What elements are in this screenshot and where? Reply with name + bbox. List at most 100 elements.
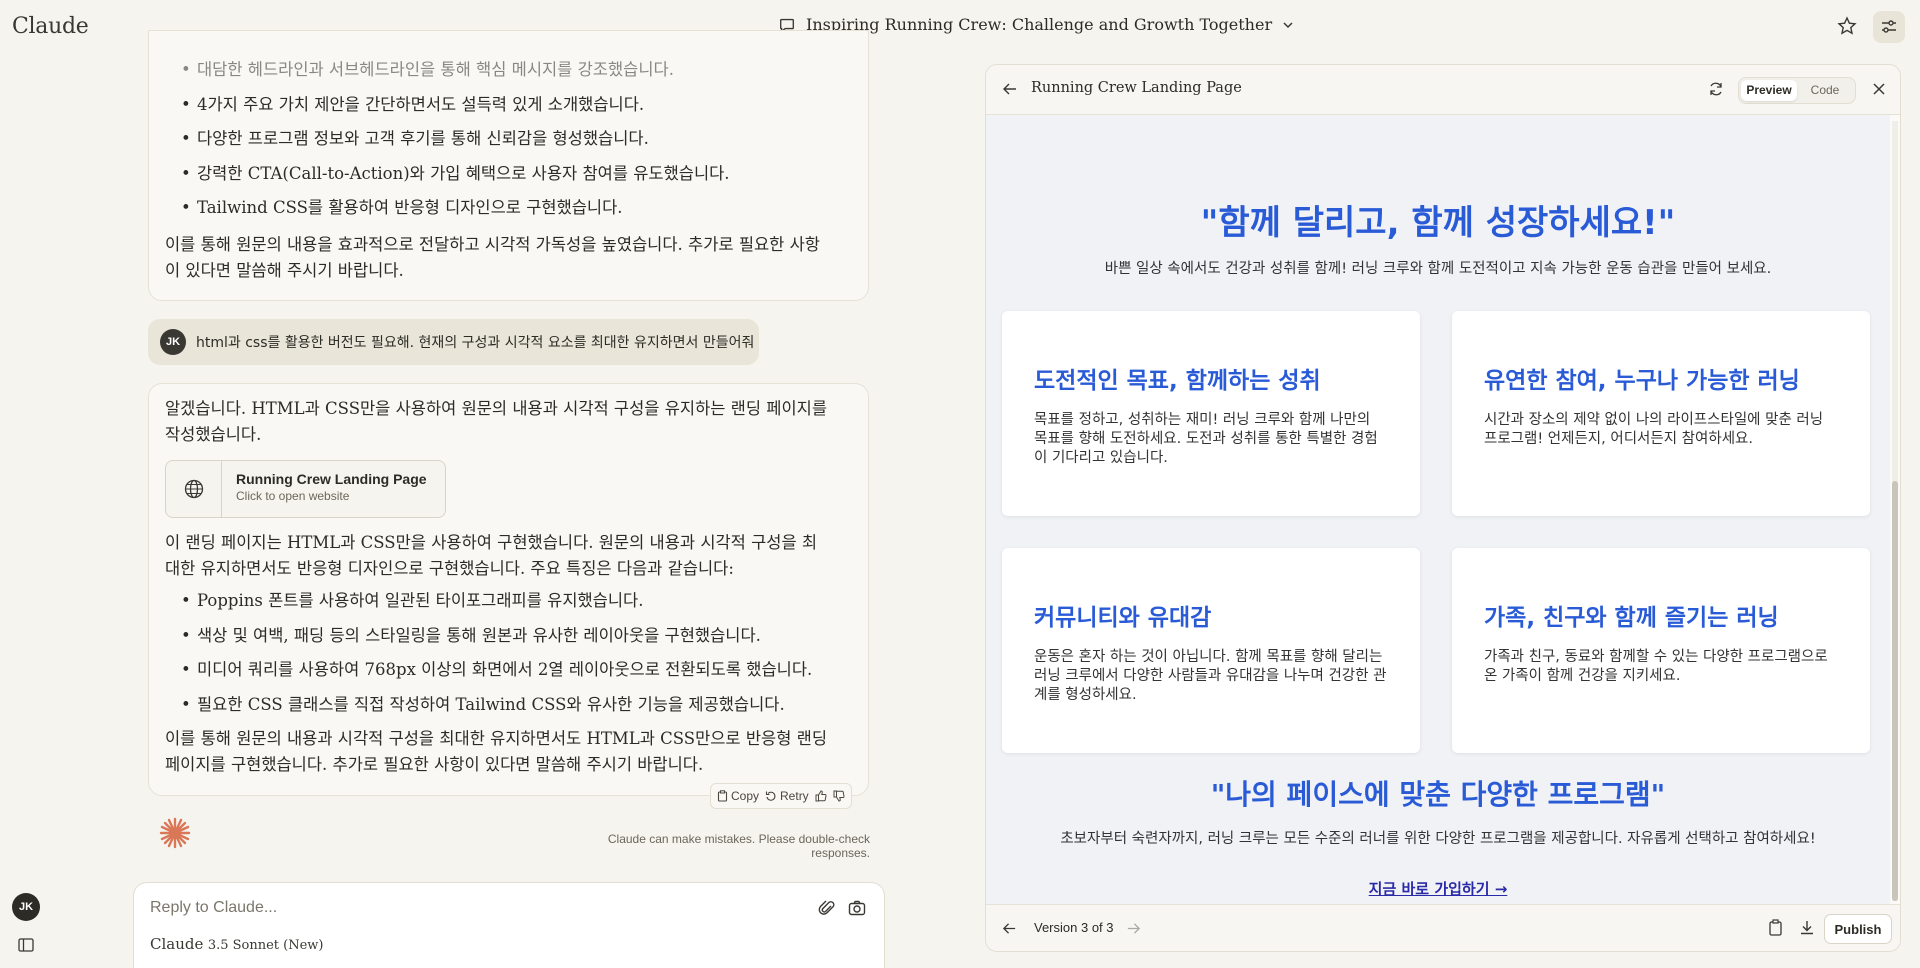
feature-card-text: 가족과 친구, 동료와 함께할 수 있는 다양한 프로그램으로 온 가족이 함께… — [1484, 649, 1828, 684]
feature-card-title: 가족, 친구와 함께 즐기는 러닝 — [1484, 605, 1779, 631]
list-item: 미디어 쿼리를 사용하여 768px 이상의 화면에서 2열 레이아웃으로 전환… — [181, 657, 852, 692]
view-toggle: Preview Code — [1738, 77, 1856, 104]
refresh-button[interactable] — [1708, 81, 1724, 101]
artifact-card[interactable]: Running Crew Landing Page Click to open … — [165, 460, 446, 518]
tab-code[interactable]: Code — [1797, 80, 1853, 101]
attach-button[interactable] — [818, 899, 836, 921]
artifact-panel-header: Running Crew Landing Page Preview Code — [986, 65, 1900, 115]
copy-button[interactable]: Copy — [717, 789, 759, 803]
preview-scrollbar[interactable] — [1892, 121, 1898, 901]
website-preview[interactable]: "함께 달리고, 함께 성장하세요!" 바쁜 일상 속에서도 건강과 성취를 함… — [986, 115, 1890, 904]
globe-icon — [184, 479, 203, 499]
user-message-text: html과 css를 활용한 버전도 필요해. 현재의 구성과 시각적 요소를 … — [196, 335, 755, 351]
download-icon — [1801, 921, 1813, 935]
model-brand: Claude — [150, 935, 204, 953]
artifact-panel: Running Crew Landing Page Preview Code "… — [985, 64, 1901, 952]
sliders-icon — [1882, 20, 1896, 33]
brand-logo[interactable]: Claude — [12, 14, 89, 39]
conversation-title: Inspiring Running Crew: Challenge and Gr… — [806, 15, 1273, 34]
account-avatar[interactable]: JK — [12, 893, 40, 921]
feature-card-text: 운동은 혼자 하는 것이 아닙니다. 함께 목표를 향해 달리는 러닝 크루에서… — [1034, 649, 1387, 703]
back-button[interactable] — [1002, 81, 1018, 101]
previous-version-button[interactable] — [1002, 921, 1017, 940]
artifact-icon-box — [166, 461, 222, 517]
paperclip-icon — [818, 900, 835, 915]
settings-button[interactable] — [1873, 11, 1905, 43]
sidebar-toggle-button[interactable] — [18, 937, 34, 956]
message-paragraph: 이를 통해 원문의 내용을 효과적으로 전달하고 시각적 가독성을 높였습니다.… — [165, 234, 820, 280]
star-button[interactable] — [1835, 14, 1859, 38]
clipboard-icon — [1769, 919, 1782, 936]
arrow-left-icon — [1003, 83, 1016, 95]
artifact-title: Running Crew Landing Page — [236, 471, 427, 487]
reply-input-box[interactable]: Reply to Claude... Claude 3.5 Sonnet (Ne… — [133, 882, 885, 968]
close-button[interactable] — [1872, 81, 1886, 100]
version-label: Version 3 of 3 — [1034, 920, 1114, 935]
list-item: 필요한 CSS 클래스를 직접 작성하여 Tailwind CSS와 유사한 기… — [181, 692, 852, 727]
arrow-left-icon — [1002, 923, 1016, 934]
camera-icon — [848, 900, 866, 916]
user-message: JK html과 css를 활용한 버전도 필요해. 현재의 구성과 시각적 요… — [148, 319, 759, 365]
next-version-button[interactable] — [1126, 921, 1141, 940]
assistant-message: 알겠습니다. HTML과 CSS만을 사용하여 원문의 내용과 시각적 구성을 … — [148, 383, 869, 796]
user-avatar: JK — [160, 329, 186, 355]
claude-spark-icon — [158, 816, 192, 854]
message-paragraph: 알겠습니다. HTML과 CSS만을 사용하여 원문의 내용과 시각적 구성을 … — [165, 399, 828, 444]
copy-artifact-button[interactable] — [1768, 919, 1783, 940]
feature-card-title: 도전적인 목표, 함께하는 성취 — [1034, 368, 1321, 394]
signup-link[interactable]: 지금 바로 가입하기 → — [986, 878, 1890, 899]
artifact-panel-title: Running Crew Landing Page — [1031, 80, 1242, 96]
list-item: 다양한 프로그램 정보와 고객 후기를 통해 신뢰감을 형성했습니다. — [181, 126, 852, 161]
thumbs-up-button[interactable] — [815, 790, 827, 802]
artifact-subtitle: Click to open website — [236, 489, 350, 503]
list-item: 대담한 헤드라인과 서브헤드라인을 통해 핵심 메시지를 강조했습니다. — [181, 57, 852, 92]
feature-card: 커뮤니티와 유대감 운동은 혼자 하는 것이 아닙니다. 함께 목표를 향해 달… — [1002, 548, 1420, 753]
section-subtitle: 초보자부터 숙련자까지, 러닝 크루는 모든 수준의 러너를 위한 다양한 프로… — [1060, 831, 1816, 847]
tab-preview[interactable]: Preview — [1741, 80, 1797, 101]
section-title: "나의 페이스에 맞춘 다양한 프로그램" — [1210, 778, 1666, 811]
refresh-icon — [1710, 82, 1722, 96]
feature-card: 유연한 참여, 누구나 가능한 러닝 시간과 장소의 제약 없이 나의 라이프스… — [1452, 311, 1870, 516]
disclaimer: Claude can make mistakes. Please double-… — [607, 832, 870, 860]
screenshot-button[interactable] — [848, 899, 866, 921]
retry-icon — [765, 791, 776, 801]
message-actions: Copy Retry — [710, 783, 852, 809]
feature-card-text: 목표를 정하고, 성취하는 재미! 러닝 크루와 함께 나만의 목표를 향해 도… — [1034, 412, 1378, 466]
star-icon — [1837, 16, 1857, 35]
assistant-message: 대담한 헤드라인과 서브헤드라인을 통해 핵심 메시지를 강조했습니다. 4가지… — [148, 30, 869, 301]
close-icon — [1873, 83, 1885, 95]
hero-title: "함께 달리고, 함께 성장하세요!" — [1200, 203, 1676, 243]
retry-label: Retry — [780, 789, 809, 803]
chevron-down-icon — [1283, 21, 1293, 28]
model-name: 3.5 Sonnet (New) — [207, 938, 324, 953]
message-bullet-list: Poppins 폰트를 사용하여 일관된 타이포그래피를 유지했습니다. 색상 … — [165, 588, 852, 726]
list-item: 강력한 CTA(Call-to-Action)와 가입 혜택으로 사용자 참여를… — [181, 161, 852, 196]
copy-label: Copy — [731, 789, 760, 803]
message-paragraph: 이 랜딩 페이지는 HTML과 CSS만을 사용하여 구현했습니다. 원문의 내… — [165, 533, 818, 578]
arrow-right-icon — [1127, 923, 1141, 934]
message-paragraph: 이를 통해 원문의 내용과 시각적 구성을 최대한 유지하면서도 HTML과 C… — [165, 729, 828, 774]
feature-card-title: 유연한 참여, 누구나 가능한 러닝 — [1484, 368, 1800, 394]
retry-button[interactable]: Retry — [765, 789, 809, 803]
list-item: 색상 및 여백, 패딩 등의 스타일링을 통해 원본과 유사한 레이아웃을 구현… — [181, 623, 852, 658]
feature-card: 도전적인 목표, 함께하는 성취 목표를 정하고, 성취하는 재미! 러닝 크루… — [1002, 311, 1420, 516]
clipboard-icon — [717, 790, 728, 802]
sidebar-icon — [18, 938, 34, 952]
publish-button[interactable]: Publish — [1824, 914, 1892, 944]
hero-subtitle: 바쁜 일상 속에서도 건강과 성취를 함께! 러닝 크루와 함께 도전적이고 지… — [1104, 261, 1772, 277]
thumbs-up-icon — [815, 790, 827, 802]
feature-card-title: 커뮤니티와 유대감 — [1034, 605, 1212, 631]
list-item: Poppins 폰트를 사용하여 일관된 타이포그래피를 유지했습니다. — [181, 588, 852, 623]
list-item: Tailwind CSS를 활용하여 반응형 디자인으로 구현했습니다. — [181, 195, 852, 230]
thumbs-down-icon — [833, 790, 845, 802]
message-bullet-list: 대담한 헤드라인과 서브헤드라인을 통해 핵심 메시지를 강조했습니다. 4가지… — [165, 57, 852, 230]
download-button[interactable] — [1799, 919, 1815, 940]
list-item: 4가지 주요 가치 제안을 간단하면서도 설득력 있게 소개했습니다. — [181, 92, 852, 127]
feature-card-text: 시간과 장소의 제약 없이 나의 라이프스타일에 맞춘 러닝 프로그램! 언제든… — [1484, 412, 1824, 447]
feature-card: 가족, 친구와 함께 즐기는 러닝 가족과 친구, 동료와 함께할 수 있는 다… — [1452, 548, 1870, 753]
reply-input[interactable]: Reply to Claude... — [150, 899, 277, 917]
model-selector[interactable]: Claude 3.5 Sonnet (New) — [150, 935, 324, 953]
scrollbar-thumb[interactable] — [1892, 481, 1898, 901]
thumbs-down-button[interactable] — [833, 790, 845, 802]
artifact-panel-footer: Version 3 of 3 Publish — [986, 904, 1900, 951]
